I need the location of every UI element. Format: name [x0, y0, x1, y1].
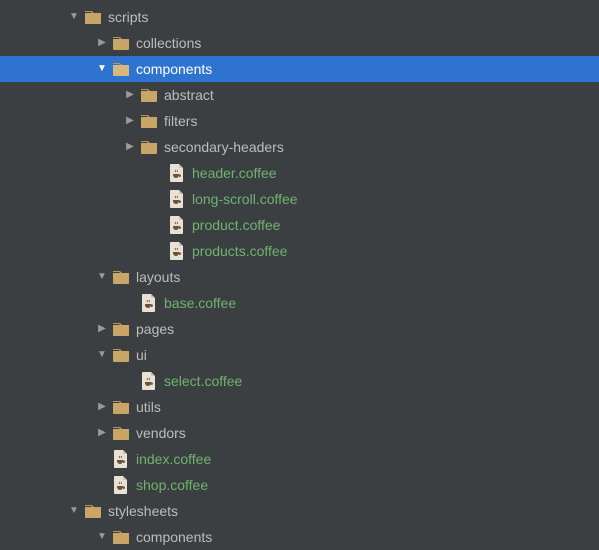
disclosure-down-icon[interactable]: ▼	[96, 524, 108, 550]
coffee-file-icon	[140, 372, 158, 390]
tree-item-label: long-scroll.coffee	[192, 186, 298, 212]
tree-row[interactable]: ▶ select.coffee	[0, 368, 599, 394]
folder-icon	[140, 86, 158, 104]
disclosure-down-icon[interactable]: ▼	[68, 498, 80, 524]
folder-icon	[112, 34, 130, 52]
tree-item-label: layouts	[136, 264, 180, 290]
tree-item-label: vendors	[136, 420, 186, 446]
disclosure-right-icon[interactable]: ▶	[124, 108, 136, 134]
tree-row[interactable]: ▼ stylesheets	[0, 498, 599, 524]
folder-icon	[84, 8, 102, 26]
tree-row[interactable]: ▶ secondary-headers	[0, 134, 599, 160]
folder-icon	[112, 268, 130, 286]
folder-icon	[112, 528, 130, 546]
tree-item-label: components	[136, 524, 212, 550]
file-tree: ▼ scripts▶ collections▼ components▶ abst…	[0, 0, 599, 550]
folder-icon	[112, 320, 130, 338]
tree-item-label: collections	[136, 30, 201, 56]
folder-icon	[112, 346, 130, 364]
tree-item-label: scripts	[108, 4, 148, 30]
disclosure-right-icon[interactable]: ▶	[96, 316, 108, 342]
tree-row[interactable]: ▶ collections	[0, 30, 599, 56]
tree-row[interactable]: ▶ utils	[0, 394, 599, 420]
tree-item-label: secondary-headers	[164, 134, 284, 160]
tree-item-label: base.coffee	[164, 290, 236, 316]
tree-row[interactable]: ▶ base.coffee	[0, 290, 599, 316]
coffee-file-icon	[112, 450, 130, 468]
tree-item-label: product.coffee	[192, 212, 280, 238]
tree-row[interactable]: ▶ shop.coffee	[0, 472, 599, 498]
disclosure-down-icon[interactable]: ▼	[96, 342, 108, 368]
tree-row[interactable]: ▶ long-scroll.coffee	[0, 186, 599, 212]
tree-row[interactable]: ▶ filters	[0, 108, 599, 134]
coffee-file-icon	[168, 164, 186, 182]
folder-icon	[140, 138, 158, 156]
folder-icon	[112, 424, 130, 442]
coffee-file-icon	[168, 242, 186, 260]
tree-row[interactable]: ▼ scripts	[0, 4, 599, 30]
tree-row[interactable]: ▼ layouts	[0, 264, 599, 290]
coffee-file-icon	[168, 216, 186, 234]
tree-item-label: components	[136, 56, 212, 82]
folder-icon	[84, 502, 102, 520]
disclosure-down-icon[interactable]: ▼	[96, 56, 108, 82]
folder-icon	[112, 60, 130, 78]
tree-row[interactable]: ▶ vendors	[0, 420, 599, 446]
tree-item-label: pages	[136, 316, 174, 342]
tree-row[interactable]: ▼ components	[0, 56, 599, 82]
tree-row[interactable]: ▼ components	[0, 524, 599, 550]
tree-row[interactable]: ▼ ui	[0, 342, 599, 368]
tree-item-label: ui	[136, 342, 147, 368]
tree-item-label: stylesheets	[108, 498, 178, 524]
coffee-file-icon	[168, 190, 186, 208]
tree-item-label: select.coffee	[164, 368, 242, 394]
tree-row[interactable]: ▶ index.coffee	[0, 446, 599, 472]
disclosure-down-icon[interactable]: ▼	[96, 264, 108, 290]
tree-row[interactable]: ▶ abstract	[0, 82, 599, 108]
disclosure-right-icon[interactable]: ▶	[124, 134, 136, 160]
coffee-file-icon	[112, 476, 130, 494]
tree-item-label: index.coffee	[136, 446, 211, 472]
tree-item-label: shop.coffee	[136, 472, 208, 498]
tree-item-label: abstract	[164, 82, 214, 108]
tree-item-label: header.coffee	[192, 160, 277, 186]
tree-row[interactable]: ▶ products.coffee	[0, 238, 599, 264]
tree-row[interactable]: ▶ header.coffee	[0, 160, 599, 186]
tree-item-label: utils	[136, 394, 161, 420]
tree-row[interactable]: ▶ product.coffee	[0, 212, 599, 238]
tree-item-label: filters	[164, 108, 197, 134]
tree-row[interactable]: ▶ pages	[0, 316, 599, 342]
coffee-file-icon	[140, 294, 158, 312]
disclosure-right-icon[interactable]: ▶	[124, 82, 136, 108]
disclosure-right-icon[interactable]: ▶	[96, 420, 108, 446]
disclosure-right-icon[interactable]: ▶	[96, 394, 108, 420]
folder-icon	[112, 398, 130, 416]
disclosure-right-icon[interactable]: ▶	[96, 30, 108, 56]
disclosure-down-icon[interactable]: ▼	[68, 4, 80, 30]
folder-icon	[140, 112, 158, 130]
tree-item-label: products.coffee	[192, 238, 287, 264]
